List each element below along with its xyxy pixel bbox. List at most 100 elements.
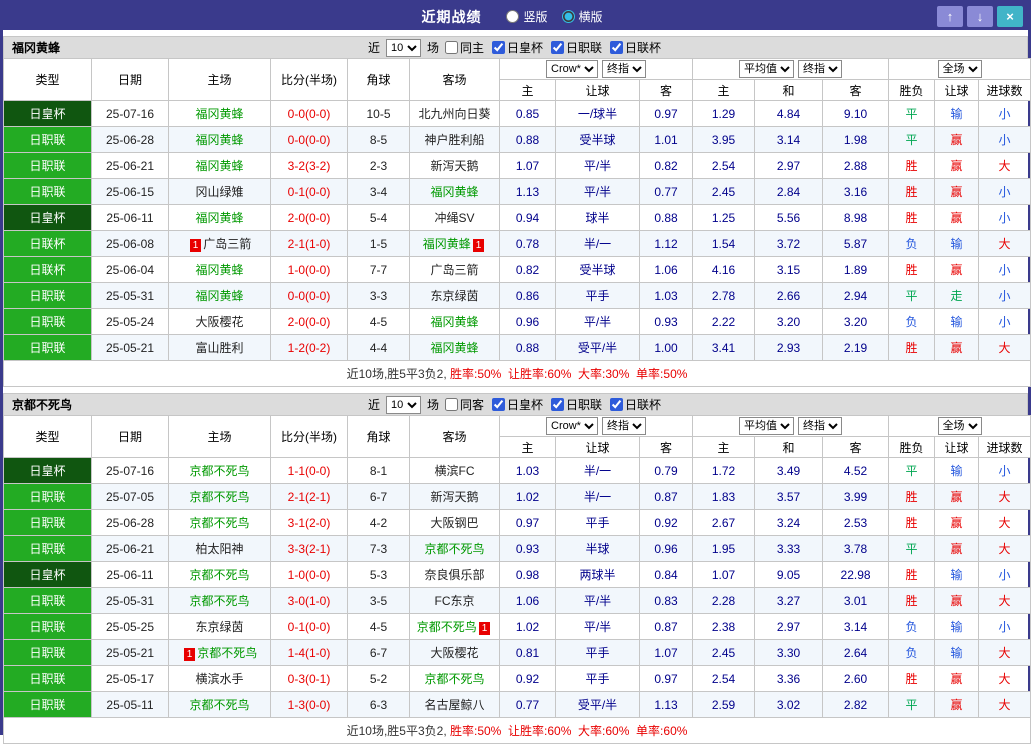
match-date: 25-06-11 xyxy=(91,561,169,588)
avg-home-odds-cell: 1.83 xyxy=(692,483,756,510)
away-odds-cell: 0.79 xyxy=(638,457,694,484)
win-draw-loss-cell: 平 xyxy=(888,535,936,562)
handicap-line-cell: 受平/半 xyxy=(555,691,640,718)
home-team-name: 富山胜利 xyxy=(195,341,244,355)
away-team-cell: 新泻天鹅 xyxy=(409,152,500,179)
match-row: 日职联 25-07-05 京都不死鸟 2-1(2-1) 6-7 新泻天鹅 1.02 半/一 0.… xyxy=(3,483,1031,510)
corner-count-cell: 1-5 xyxy=(347,230,410,257)
over-under-cell: 小 xyxy=(978,282,1031,309)
away-team-cell: 广岛三箭 xyxy=(409,256,500,283)
close-button[interactable]: × xyxy=(997,6,1023,27)
league-filter-checkbox[interactable]: 日皇杯 xyxy=(492,39,543,56)
league-checkbox-input[interactable] xyxy=(492,41,505,54)
red-card-badge: 1 xyxy=(183,648,196,661)
away-team-name: 北九州向日葵 xyxy=(418,107,491,121)
win-draw-loss-cell: 胜 xyxy=(888,587,936,614)
average-select[interactable]: 平均值 xyxy=(739,417,795,435)
average-stage-select[interactable]: 终指 xyxy=(798,417,843,435)
league-filter-checkbox[interactable]: 日职联 xyxy=(551,396,602,413)
home-odds-cell: 0.81 xyxy=(499,639,556,666)
league-filter-checkbox[interactable]: 日联杯 xyxy=(610,396,661,413)
same-venue-checkbox-input[interactable] xyxy=(444,398,458,411)
home-team-name: 京都不死鸟 xyxy=(189,464,250,478)
handicap-result-cell: 赢 xyxy=(934,587,980,614)
league-checkbox-input[interactable] xyxy=(610,398,624,411)
avg-home-odds-cell: 2.28 xyxy=(692,587,756,614)
avg-away-odds-cell: 2.64 xyxy=(822,639,890,666)
score-cell: 3-1(2-0) xyxy=(270,509,348,536)
league-checkbox-input[interactable] xyxy=(551,398,565,411)
home-team-name: 京都不死鸟 xyxy=(189,490,250,504)
bookmaker-select[interactable]: Crow* xyxy=(546,417,599,435)
corner-count-cell: 4-2 xyxy=(347,509,410,536)
avg-draw-odds-cell: 3.20 xyxy=(754,308,824,335)
vertical-layout-radio-input[interactable] xyxy=(506,10,520,23)
column-header: 角球 xyxy=(347,415,410,458)
handicap-result-cell: 赢 xyxy=(934,126,980,153)
avg-away-odds-cell: 3.20 xyxy=(822,308,890,335)
home-odds-cell: 0.88 xyxy=(499,126,556,153)
league-filter-checkbox[interactable]: 日皇杯 xyxy=(492,396,543,413)
same-venue-checkbox-input[interactable] xyxy=(444,41,458,54)
odds-stage-select[interactable]: 终指 xyxy=(602,417,647,435)
odds-stage-select[interactable]: 终指 xyxy=(602,60,647,78)
scroll-up-button[interactable]: ↑ xyxy=(937,6,963,27)
home-odds-cell: 1.13 xyxy=(499,178,556,205)
sub-column-header: 让球 xyxy=(934,436,980,458)
avg-away-odds-cell: 2.88 xyxy=(822,152,890,179)
handicap-result-cell: 输 xyxy=(934,613,980,640)
corner-count-cell: 7-7 xyxy=(347,256,410,283)
avg-home-odds-cell: 3.41 xyxy=(692,334,756,361)
avg-draw-odds-cell: 3.30 xyxy=(754,639,824,666)
home-odds-cell: 1.02 xyxy=(499,483,556,510)
column-header: 主场 xyxy=(168,58,271,101)
avg-away-odds-cell: 3.14 xyxy=(822,613,890,640)
league-checkbox-input[interactable] xyxy=(551,41,565,54)
away-team-cell: 神户胜利船 xyxy=(409,126,500,153)
league-checkbox-input[interactable] xyxy=(492,398,505,411)
away-odds-cell: 0.77 xyxy=(638,178,694,205)
same-venue-label: 同主 xyxy=(459,41,484,55)
over-under-cell: 大 xyxy=(978,509,1031,536)
same-venue-checkbox[interactable]: 同客 xyxy=(444,396,484,413)
bookmaker-select[interactable]: Crow* xyxy=(546,60,599,78)
league-checkbox-input[interactable] xyxy=(610,41,624,54)
away-team-cell: 北九州向日葵 xyxy=(409,100,500,127)
average-select[interactable]: 平均值 xyxy=(739,60,795,78)
column-header: 类型 xyxy=(3,58,92,101)
league-type-badge: 日职联 xyxy=(3,665,92,692)
red-card-badge: 1 xyxy=(472,239,485,252)
vertical-layout-radio[interactable]: 竖版 xyxy=(506,8,548,25)
scope-select[interactable]: 全场 xyxy=(937,417,982,435)
handicap-result-cell: 输 xyxy=(934,308,980,335)
home-team-name: 福冈黄蜂 xyxy=(195,133,244,147)
league-type-badge: 日职联 xyxy=(3,334,92,361)
same-venue-checkbox[interactable]: 同主 xyxy=(444,39,484,56)
match-row: 日职联 25-05-11 京都不死鸟 1-3(0-0) 6-3 名古屋鲸八 0.77 受平/半… xyxy=(3,691,1031,718)
scope-select[interactable]: 全场 xyxy=(937,60,982,78)
recent-count-select[interactable]: 10 xyxy=(385,395,421,414)
home-team-name: 福冈黄蜂 xyxy=(195,159,244,173)
column-header: 日期 xyxy=(91,415,169,458)
league-filter-checkbox[interactable]: 日职联 xyxy=(551,39,602,56)
avg-draw-odds-cell: 2.84 xyxy=(754,178,824,205)
horizontal-layout-radio-input[interactable] xyxy=(561,10,575,23)
recent-count-select[interactable]: 10 xyxy=(385,38,421,57)
match-date: 25-05-21 xyxy=(91,639,169,666)
red-card-badge: 1 xyxy=(189,239,202,252)
league-filter-checkbox[interactable]: 日联杯 xyxy=(610,39,661,56)
column-header: 客场 xyxy=(409,58,500,101)
score-cell: 0-3(0-1) xyxy=(270,665,348,692)
away-odds-cell: 0.84 xyxy=(638,561,694,588)
away-odds-cell: 1.01 xyxy=(638,126,694,153)
title-group: 近期战绩 竖版 横版 xyxy=(421,7,609,27)
handicap-line-cell: 平/半 xyxy=(555,308,640,335)
average-stage-select[interactable]: 终指 xyxy=(798,60,843,78)
win-draw-loss-cell: 胜 xyxy=(888,509,936,536)
win-draw-loss-cell: 平 xyxy=(888,457,936,484)
league-filter-label: 日联杯 xyxy=(625,41,662,55)
avg-draw-odds-cell: 3.72 xyxy=(754,230,824,257)
horizontal-layout-radio[interactable]: 横版 xyxy=(561,8,603,25)
scroll-down-button[interactable]: ↓ xyxy=(967,6,993,27)
horizontal-layout-label: 横版 xyxy=(578,10,603,24)
